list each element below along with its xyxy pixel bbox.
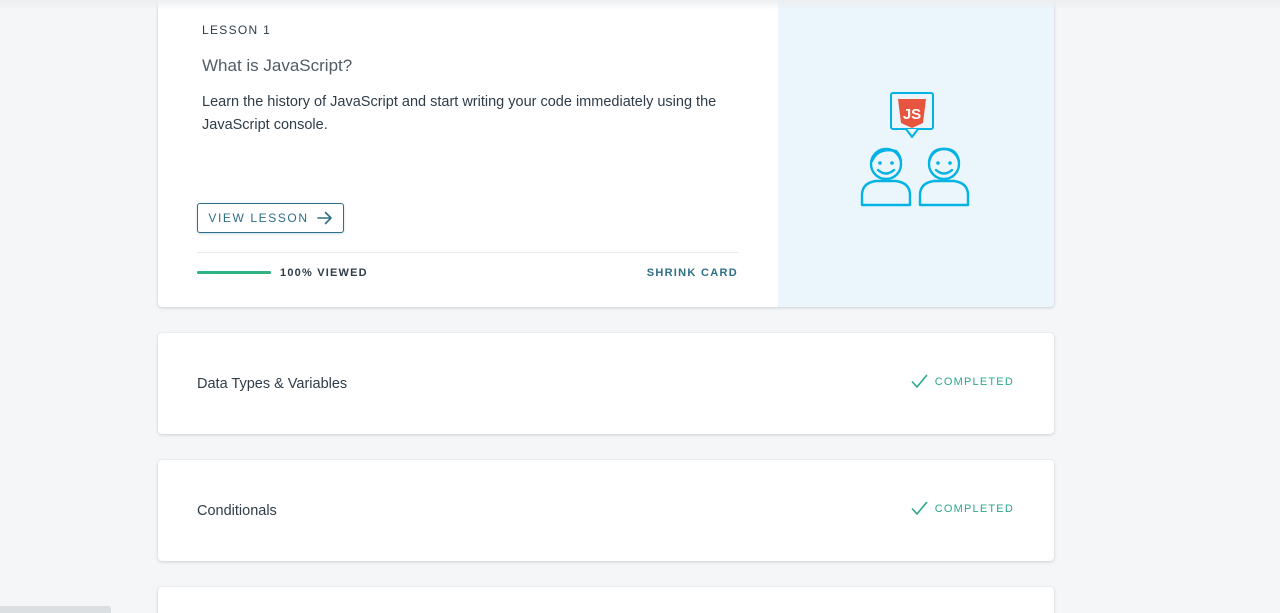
shrink-card-button[interactable]: SHRINK CARD [647, 267, 738, 279]
lesson-card-content: LESSON 1 What is JavaScript? Learn the h… [158, 0, 778, 307]
progress-text: 100% VIEWED [280, 267, 368, 279]
lesson-card-partial[interactable] [158, 587, 1054, 613]
lesson-illustration-panel: JS [778, 0, 1054, 307]
arrow-right-icon [316, 211, 332, 225]
js-badge-text: JS [903, 106, 921, 123]
progress-bar [197, 271, 271, 274]
progress-fill [197, 271, 271, 274]
status-label: COMPLETED [934, 502, 1014, 515]
lesson-description: Learn the history of JavaScript and star… [202, 94, 717, 133]
view-lesson-button[interactable]: VIEW LESSON [197, 203, 344, 233]
completed-status: COMPLETED [911, 374, 1014, 389]
lesson-card-collapsed[interactable]: Conditionals COMPLETED [158, 460, 1054, 561]
lesson-number-label: LESSON 1 [202, 23, 272, 37]
checkmark-icon [911, 501, 928, 515]
lesson-title: What is JavaScript? [202, 56, 353, 75]
lesson-title: Conditionals [197, 502, 277, 519]
two-people-js-chat-icon: JS [860, 91, 970, 206]
view-lesson-label: VIEW LESSON [208, 211, 309, 225]
status-bar-tab [0, 606, 111, 613]
card-divider [197, 252, 738, 253]
lesson-title: Data Types & Variables [197, 375, 348, 392]
lesson-card-collapsed[interactable]: Data Types & Variables COMPLETED [158, 333, 1054, 434]
status-label: COMPLETED [934, 375, 1014, 388]
course-page: LESSON 1 What is JavaScript? Learn the h… [0, 0, 1280, 613]
lesson-card-expanded: LESSON 1 What is JavaScript? Learn the h… [158, 0, 1054, 307]
completed-status: COMPLETED [911, 501, 1014, 516]
checkmark-icon [911, 374, 928, 388]
